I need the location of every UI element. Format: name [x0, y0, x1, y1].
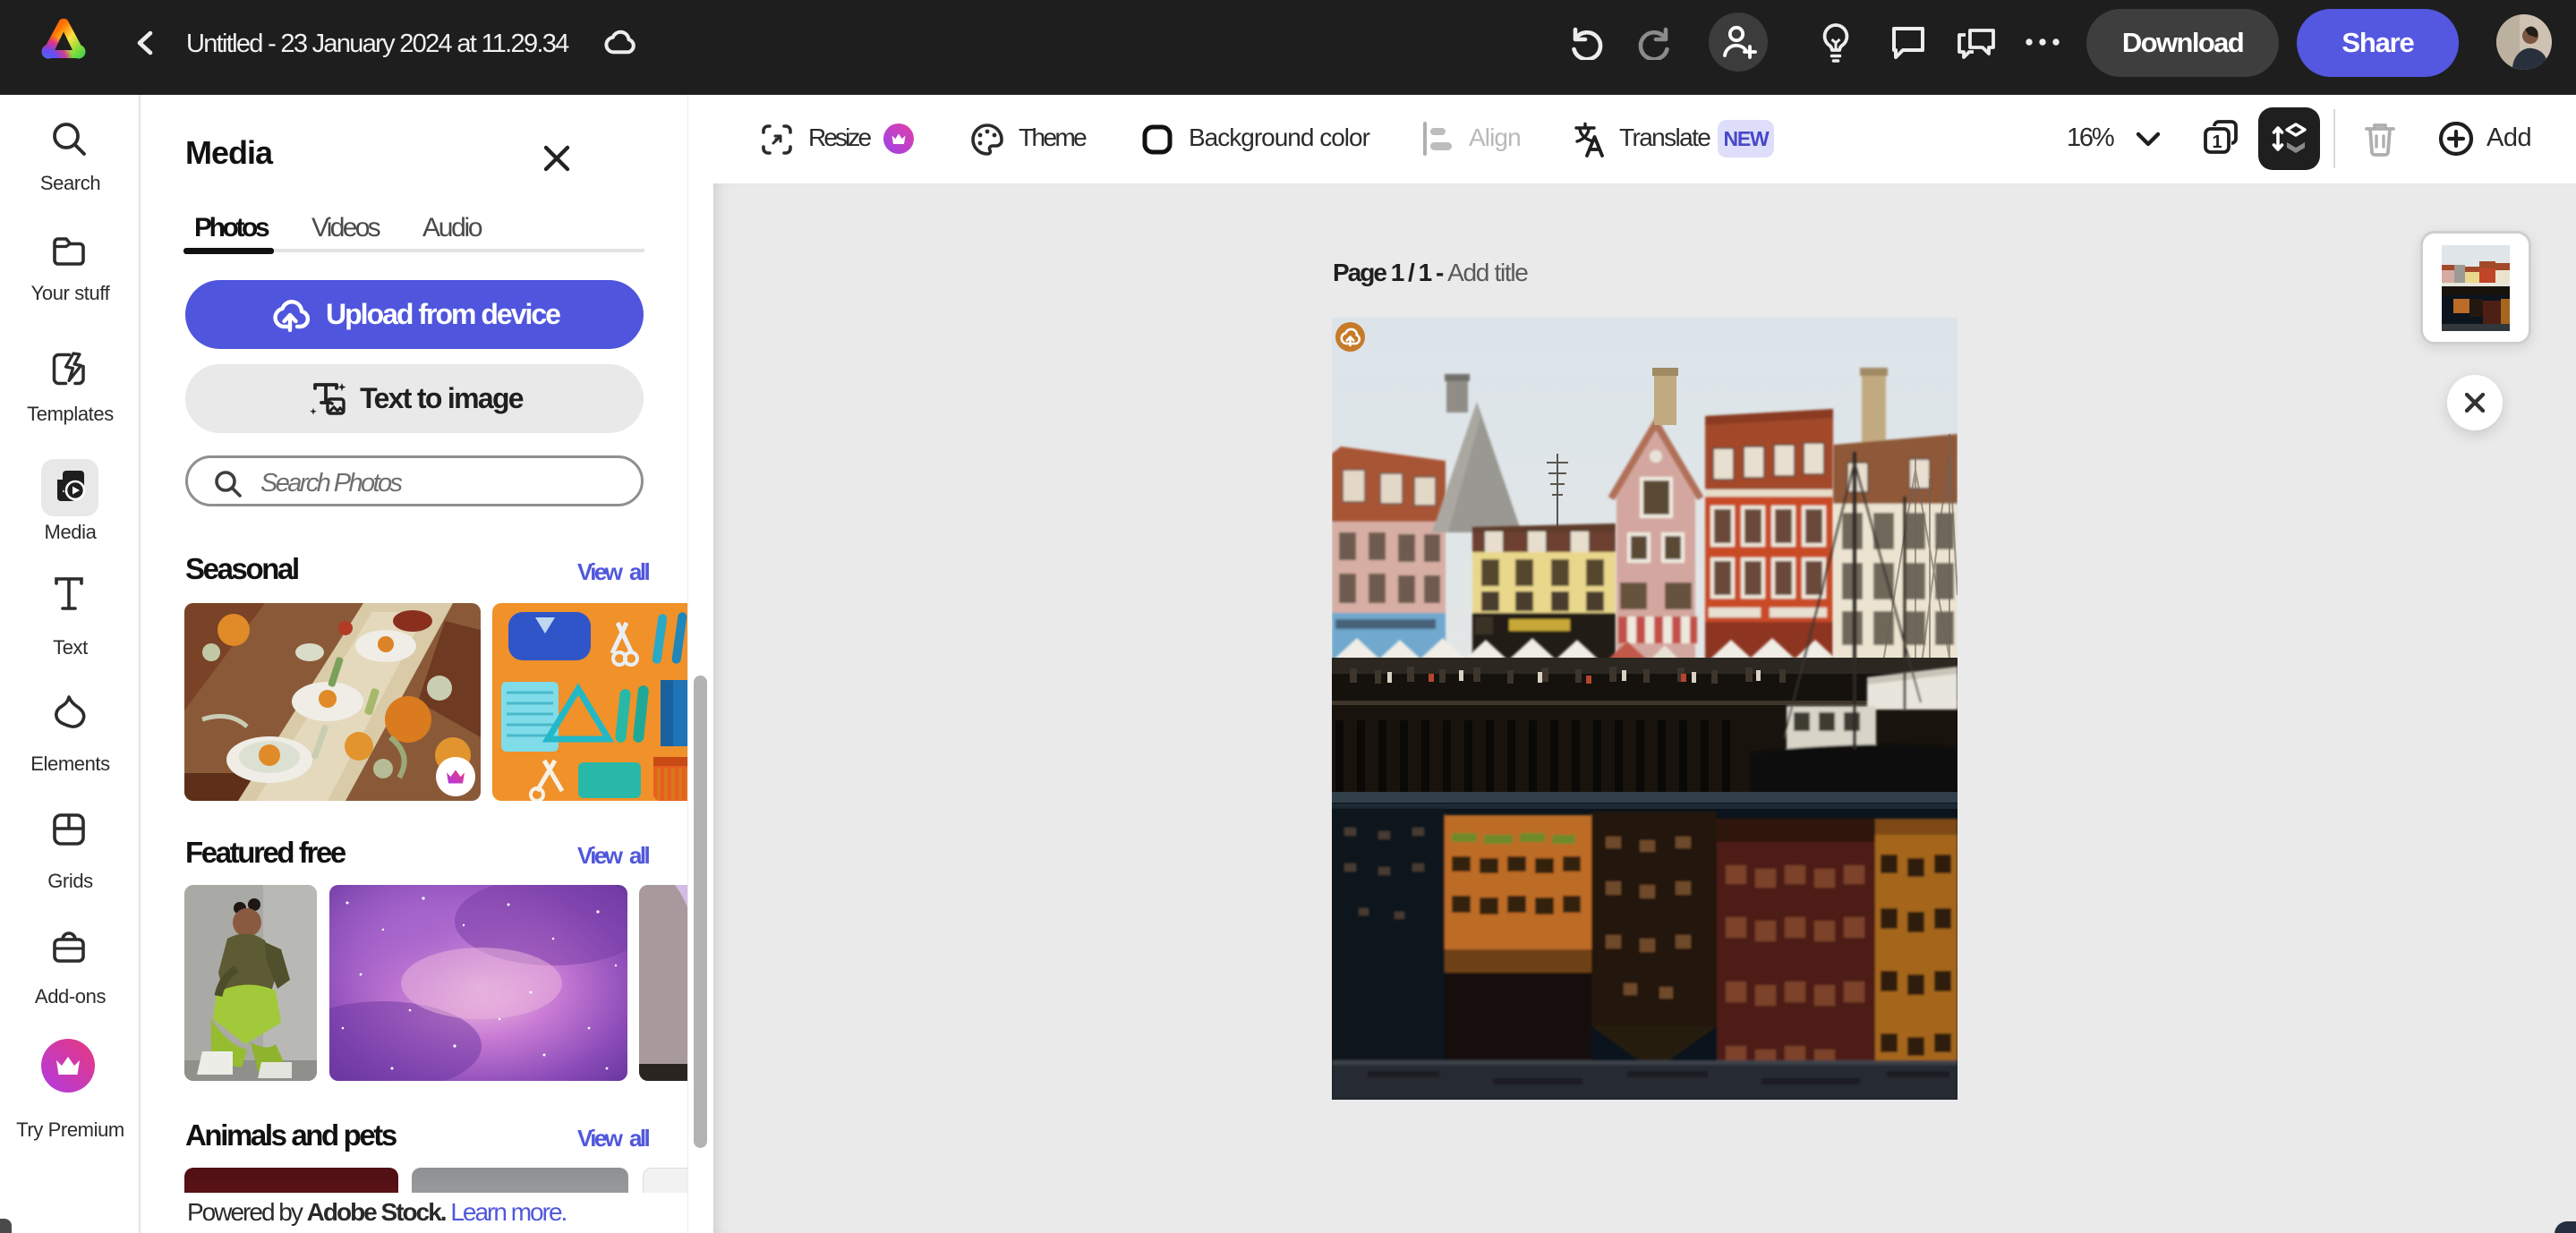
svg-text:1: 1: [2212, 132, 2222, 152]
